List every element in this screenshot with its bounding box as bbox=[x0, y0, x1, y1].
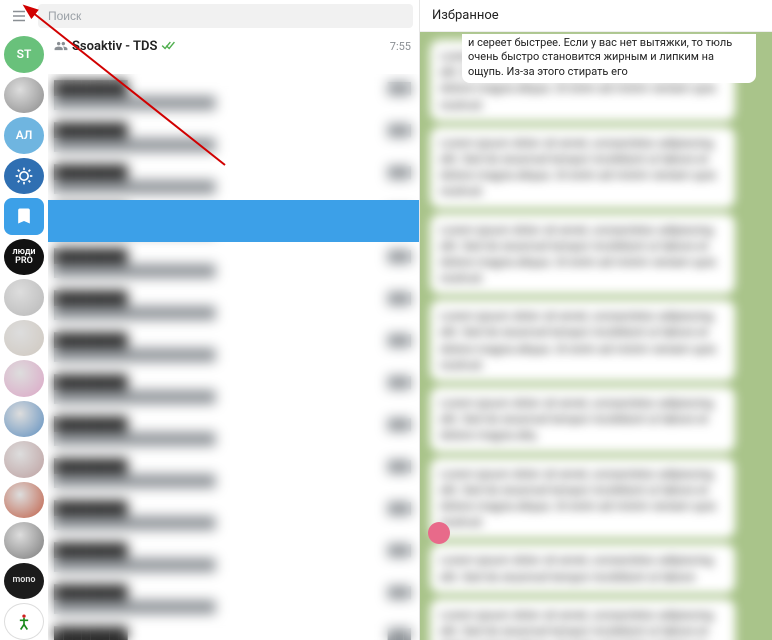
rail-item[interactable] bbox=[4, 522, 44, 559]
message-in[interactable]: Lorem ipsum dolor sit amet, consectetur … bbox=[430, 214, 735, 295]
message-in[interactable]: Lorem ipsum dolor sit amet, consectetur … bbox=[430, 300, 735, 381]
hamburger-icon bbox=[10, 7, 28, 25]
chat-row-first[interactable]: Ssoaktiv - TDS 7:55 bbox=[48, 32, 419, 74]
search-input[interactable] bbox=[38, 4, 413, 28]
message-snippet: и сереет быстрее. Если у вас нет вытяжки… bbox=[462, 34, 756, 83]
chat-row[interactable]: ██████████████████████████████ bbox=[48, 242, 419, 284]
chat-header[interactable]: Избранное bbox=[420, 0, 772, 32]
left-body: ST АЛ люди PRO mono Ssoaktiv - TDS 7:55 bbox=[0, 32, 419, 640]
rail-item[interactable] bbox=[4, 401, 44, 438]
menu-button[interactable] bbox=[6, 3, 32, 29]
message-in[interactable]: Lorem ipsum dolor sit amet, consectetur … bbox=[430, 599, 735, 640]
chat-preview bbox=[54, 55, 411, 69]
chat-row[interactable]: ██████████████████████████████ bbox=[48, 494, 419, 536]
bookmark-icon bbox=[14, 206, 34, 226]
chat-list[interactable]: Ssoaktiv - TDS 7:55 ████████████████████… bbox=[48, 32, 419, 640]
rail-item[interactable] bbox=[4, 77, 44, 114]
rail-item[interactable] bbox=[4, 198, 44, 235]
rail-item[interactable]: АЛ bbox=[4, 117, 44, 154]
search-bar bbox=[0, 0, 419, 32]
chat-time: 7:55 bbox=[390, 40, 411, 53]
chat-row[interactable]: ██████████████████████████████ bbox=[48, 536, 419, 578]
chat-row[interactable]: ██████████████████████████████ bbox=[48, 200, 419, 242]
rail-item[interactable] bbox=[4, 603, 44, 640]
app-root: ST АЛ люди PRO mono Ssoaktiv - TDS 7:55 bbox=[0, 0, 772, 640]
chat-title: Ssoaktiv - TDS bbox=[72, 39, 157, 54]
message-in[interactable]: Lorem ipsum dolor sit amet, consectetur … bbox=[430, 458, 735, 539]
chat-row[interactable]: ██████████████████████████████ bbox=[48, 74, 419, 116]
group-icon bbox=[54, 39, 68, 53]
chat-row[interactable]: ██████████████████████████████ bbox=[48, 368, 419, 410]
rail-item[interactable] bbox=[4, 320, 44, 357]
chat-row[interactable]: ██████████████████████████████ bbox=[48, 410, 419, 452]
chat-row[interactable]: ██████████████████████████████ bbox=[48, 326, 419, 368]
read-ticks-icon bbox=[161, 38, 175, 55]
chat-row[interactable]: ██████████████████████████████ bbox=[48, 284, 419, 326]
chat-panel: Избранное Lorem ipsum dolor sit amet, co… bbox=[420, 0, 772, 640]
message-in[interactable]: Lorem ipsum dolor sit amet, consectetur … bbox=[430, 387, 735, 452]
rail-item[interactable] bbox=[4, 482, 44, 519]
chat-row[interactable]: ██████████████████████████████ bbox=[48, 116, 419, 158]
rail-item[interactable] bbox=[4, 158, 44, 195]
sender-avatar bbox=[428, 522, 450, 544]
rail-item[interactable] bbox=[4, 441, 44, 478]
rail-item[interactable]: люди PRO bbox=[4, 239, 44, 276]
left-panel: ST АЛ люди PRO mono Ssoaktiv - TDS 7:55 bbox=[0, 0, 420, 640]
chat-row[interactable]: ██████████████████████████████ bbox=[48, 158, 419, 200]
rail-item[interactable] bbox=[4, 360, 44, 397]
gear-badge-icon bbox=[14, 166, 34, 186]
messages-blurred: Lorem ipsum dolor sit amet, consectetur … bbox=[420, 32, 772, 640]
rail-item[interactable] bbox=[4, 279, 44, 316]
chat-row[interactable]: ██████████████████████████████ bbox=[48, 620, 419, 640]
chat-header-title: Избранное bbox=[432, 8, 499, 23]
stick-figure-icon bbox=[14, 612, 34, 632]
message-in[interactable]: Lorem ipsum dolor sit amet, consectetur … bbox=[430, 544, 735, 592]
rail-item[interactable]: ST bbox=[4, 36, 44, 73]
message-in[interactable]: Lorem ipsum dolor sit amet, consectetur … bbox=[430, 127, 735, 208]
chat-row[interactable]: ██████████████████████████████ bbox=[48, 452, 419, 494]
chat-background: Lorem ipsum dolor sit amet, consectetur … bbox=[420, 32, 772, 640]
folders-rail: ST АЛ люди PRO mono bbox=[0, 32, 48, 640]
chat-row[interactable]: ██████████████████████████████ bbox=[48, 578, 419, 620]
rail-item[interactable]: mono bbox=[4, 563, 44, 600]
